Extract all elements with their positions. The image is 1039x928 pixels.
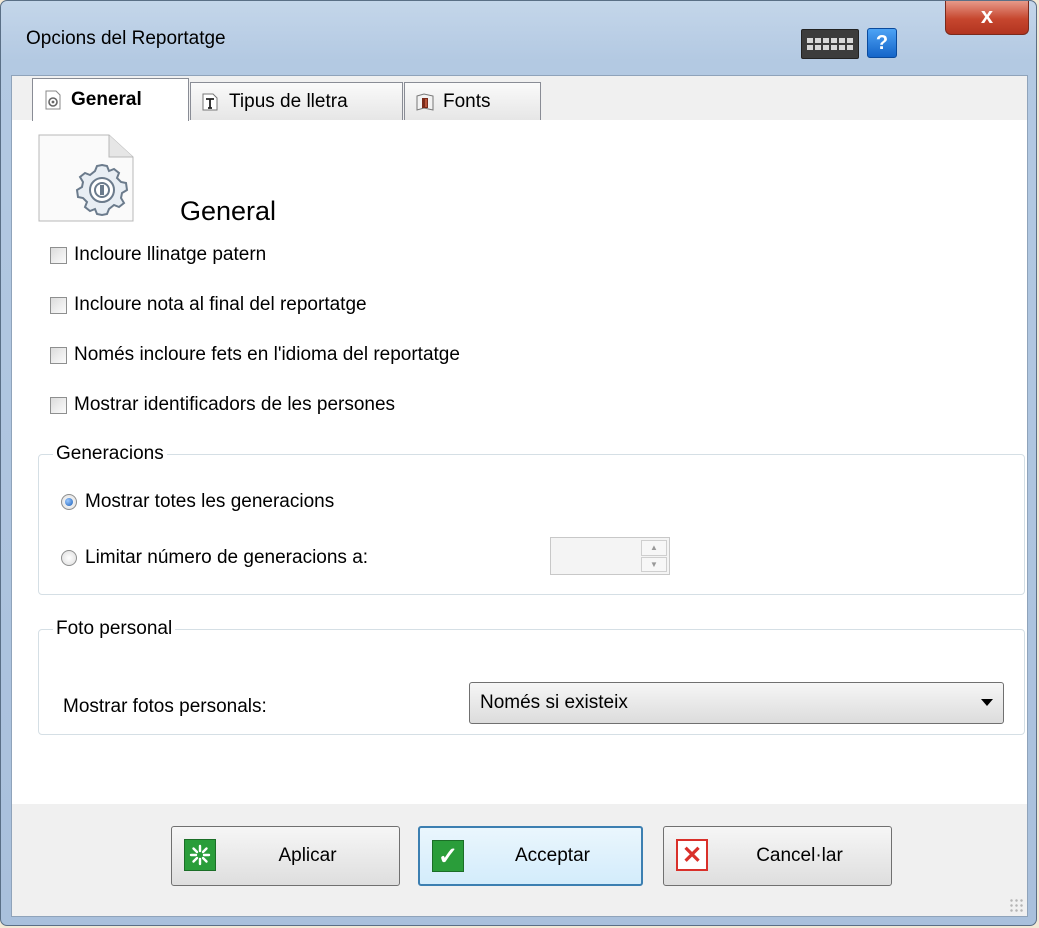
- radio-label: Limitar número de generacions a:: [85, 547, 369, 568]
- tab-sources[interactable]: Fonts: [404, 82, 541, 120]
- button-label: Aplicar: [278, 845, 337, 866]
- close-button[interactable]: x: [945, 1, 1029, 35]
- spin-down-icon[interactable]: ▼: [641, 556, 667, 572]
- tab-general[interactable]: General: [32, 78, 189, 121]
- tab-label: Tipus de lletra: [229, 90, 348, 112]
- checkbox-end-note[interactable]: Incloure nota al final del reportatge: [50, 294, 367, 316]
- button-bar: Aplicar ✓ Acceptar ✕ Cancel·lar: [12, 804, 1027, 916]
- group-legend: Generacions: [56, 443, 164, 464]
- dialog-client: General Tipus de lletra Fonts General In…: [11, 75, 1028, 917]
- generations-group: Generacions Mostrar totes les generacion…: [38, 443, 1025, 595]
- check-icon: ✓: [432, 840, 464, 872]
- chevron-down-icon: [981, 699, 993, 706]
- checkbox-box[interactable]: [50, 396, 67, 414]
- cancel-button[interactable]: ✕ Cancel·lar: [663, 826, 892, 886]
- photo-group: Foto personal Mostrar fotos personals: N…: [38, 618, 1025, 735]
- radio-all-generations[interactable]: Mostrar totes les generacions: [61, 491, 334, 513]
- checkbox-label: Incloure llinatge patern: [74, 244, 267, 265]
- cancel-icon: ✕: [676, 839, 708, 871]
- button-label: Cancel·lar: [756, 845, 843, 866]
- generations-spinbox[interactable]: ▲ ▼: [550, 537, 670, 575]
- radio-button[interactable]: [61, 550, 77, 566]
- resize-grip[interactable]: [1009, 898, 1023, 912]
- close-icon: x: [980, 3, 994, 28]
- keyboard-icon[interactable]: [801, 29, 859, 59]
- source-icon: [415, 92, 435, 112]
- tab-strip: General Tipus de lletra Fonts: [12, 76, 1027, 121]
- checkbox-paternal-lineage[interactable]: Incloure llinatge patern: [50, 244, 266, 266]
- accept-button[interactable]: ✓ Acceptar: [418, 826, 643, 886]
- font-icon: [201, 92, 221, 112]
- radio-button[interactable]: [61, 494, 77, 510]
- checkbox-box[interactable]: [50, 246, 67, 264]
- checkbox-box[interactable]: [50, 346, 67, 364]
- dialog-window: Opcions del Reportatge ? x General Tipus…: [0, 0, 1037, 926]
- settings-document-icon: [38, 134, 134, 222]
- radio-label: Mostrar totes les generacions: [85, 491, 335, 512]
- checkbox-show-ids[interactable]: Mostrar identificadors de les persones: [50, 394, 395, 416]
- checkbox-box[interactable]: [50, 296, 67, 314]
- apply-button[interactable]: Aplicar: [171, 826, 400, 886]
- title-bar[interactable]: Opcions del Reportatge ? x: [1, 1, 1036, 75]
- spin-up-icon[interactable]: ▲: [641, 540, 667, 556]
- button-label: Acceptar: [515, 845, 590, 866]
- settings-doc-icon: [43, 90, 63, 110]
- apply-icon: [184, 839, 216, 871]
- select-value: Només si existeix: [480, 692, 628, 713]
- radio-limit-generations[interactable]: Limitar número de generacions a:: [61, 547, 368, 569]
- checkbox-language-facts[interactable]: Només incloure fets en l'idioma del repo…: [50, 344, 460, 366]
- photo-select[interactable]: Només si existeix: [469, 682, 1004, 724]
- group-legend: Foto personal: [56, 618, 173, 639]
- tab-label: Fonts: [443, 90, 491, 112]
- general-panel: General Incloure llinatge patern Inclour…: [12, 120, 1027, 804]
- checkbox-label: Mostrar identificadors de les persones: [74, 394, 396, 415]
- window-title: Opcions del Reportatge: [26, 28, 226, 49]
- checkbox-label: Incloure nota al final del reportatge: [74, 294, 367, 315]
- tab-font-type[interactable]: Tipus de lletra: [190, 82, 403, 120]
- photo-label: Mostrar fotos personals:: [63, 696, 267, 717]
- help-icon[interactable]: ?: [867, 28, 897, 58]
- page-heading: General: [180, 196, 277, 226]
- tab-label: General: [71, 89, 142, 110]
- checkbox-label: Només incloure fets en l'idioma del repo…: [74, 344, 460, 365]
